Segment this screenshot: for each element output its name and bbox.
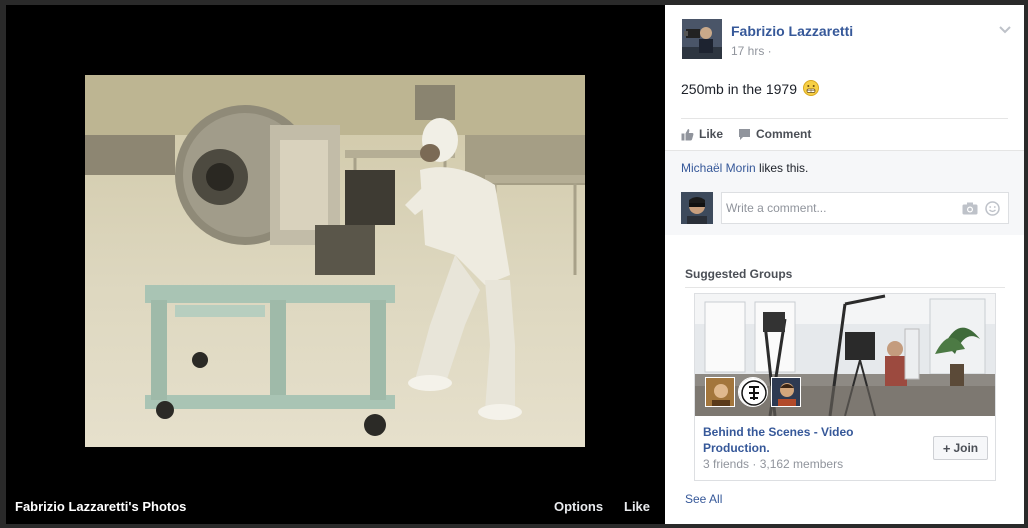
comment-bubble-icon — [739, 128, 750, 140]
see-all-link[interactable]: See All — [685, 492, 722, 506]
post-timestamp[interactable]: 17 hrs · — [731, 44, 772, 58]
avatar-image — [682, 19, 722, 59]
camera-icon[interactable] — [962, 202, 978, 215]
suggested-group-card: Behind the Scenes - Video Production. 3 … — [694, 293, 996, 481]
like-button[interactable]: Like — [681, 127, 723, 141]
photo-illustration — [85, 75, 585, 447]
like-button-label: Like — [699, 127, 724, 141]
current-user-avatar-image — [681, 192, 713, 224]
comment-composer — [721, 192, 1009, 224]
thumbs-up-icon — [681, 128, 694, 140]
chevron-down-icon[interactable] — [998, 23, 1012, 37]
photo-stage: Fabrizio Lazzaretti's Photos Options Lik… — [6, 5, 665, 524]
plus-icon: + — [942, 440, 951, 456]
divider — [685, 287, 1005, 288]
friend-avatar-image — [772, 378, 800, 406]
photo-viewer: Fabrizio Lazzaretti's Photos Options Lik… — [6, 5, 1024, 524]
options-button[interactable]: Options — [554, 499, 603, 514]
like-photo-button[interactable]: Like — [624, 499, 650, 514]
liker-name-link[interactable]: Michaël Morin — [681, 161, 756, 175]
post-text: 250mb in the 1979 — [681, 81, 797, 97]
likes-summary: Michaël Morin likes this. — [681, 161, 808, 175]
comment-input[interactable] — [722, 193, 952, 223]
current-user-avatar[interactable] — [681, 192, 713, 224]
post-header: Fabrizio Lazzaretti 17 hrs · — [682, 19, 1012, 63]
group-meta: 3 friends · 3,162 members — [703, 457, 844, 471]
divider — [681, 118, 1008, 119]
author-avatar[interactable] — [682, 19, 722, 59]
author-name-link[interactable]: Fabrizio Lazzaretti — [731, 23, 853, 39]
likes-suffix: likes this. — [755, 161, 809, 175]
group-cover-image[interactable] — [695, 294, 995, 416]
photo-footer: Fabrizio Lazzaretti's Photos Options Lik… — [6, 488, 665, 524]
comment-button-label: Comment — [756, 127, 812, 141]
grimace-emoji-icon — [802, 80, 819, 96]
join-button-label: Join — [953, 441, 979, 455]
join-group-button[interactable]: + Join — [933, 436, 988, 460]
post-body: 250mb in the 1979 — [681, 80, 819, 97]
group-name-link[interactable]: Behind the Scenes - Video Production. — [703, 424, 903, 456]
photo[interactable] — [85, 75, 585, 447]
post-actions: Like Comment — [681, 125, 1008, 145]
album-title-link[interactable]: Fabrizio Lazzaretti's Photos — [15, 499, 186, 514]
friend-avatar-image — [706, 378, 734, 406]
friend-avatar[interactable] — [771, 377, 801, 407]
friend-avatar[interactable] — [705, 377, 735, 407]
social-section: Michaël Morin likes this. — [665, 150, 1024, 235]
suggested-groups-heading: Suggested Groups — [685, 267, 793, 281]
friend-avatar[interactable] — [738, 377, 768, 407]
smiley-icon[interactable] — [985, 201, 1000, 216]
post-panel: Fabrizio Lazzaretti 17 hrs · 250mb in th… — [665, 5, 1024, 524]
comment-button[interactable]: Comment — [738, 127, 811, 141]
